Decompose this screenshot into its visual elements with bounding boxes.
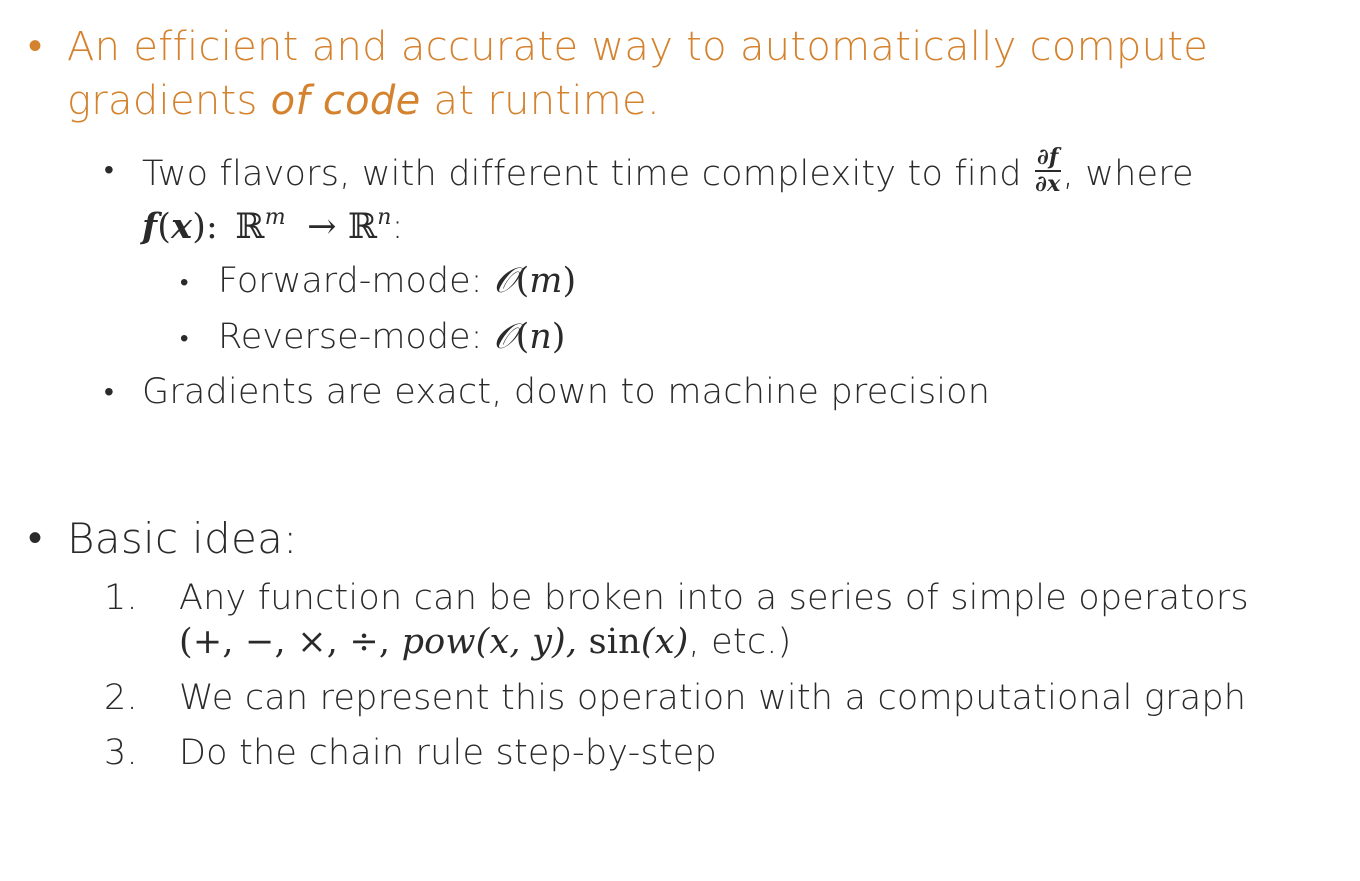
fraction-denominator: ∂x: [1035, 171, 1061, 198]
mapping-arrow: →: [307, 207, 337, 247]
bullet-marker: •: [28, 515, 43, 561]
intro-line-2-pre: gradients: [67, 78, 271, 124]
step-3-text: Do the chain rule step-by-step: [179, 733, 717, 773]
reverse-mode-item: Reverse-mode: 𝒪(n): [218, 317, 565, 357]
slide: • An efficient and accurate way to autom…: [0, 0, 1360, 881]
reverse-mode-big-o: 𝒪: [493, 317, 516, 357]
operators-tail: , etc.): [688, 622, 792, 662]
reverse-mode-paren-open: (: [515, 317, 530, 357]
forward-mode-paren-close: ): [562, 261, 577, 301]
reverse-mode-variable: n: [529, 317, 552, 357]
codomain-exponent: n: [377, 205, 392, 230]
reverse-mode-paren-close: ): [551, 317, 566, 357]
bullet-marker: •: [180, 268, 189, 296]
step-1-line-2: (+, −, ×, ÷, pow(x, y), sin(x), etc.): [179, 622, 791, 662]
intro-emphasis: of code: [270, 78, 421, 124]
flavors-text-post: , where: [1062, 154, 1194, 195]
exact-gradients-text: Gradients are exact, down to machine pre…: [142, 372, 991, 412]
step-2-text: We can represent this operation with a c…: [179, 678, 1247, 718]
function-paren-open: (: [157, 207, 172, 247]
operators-list: (+, −, ×, ÷,: [179, 622, 402, 662]
function-paren-close: ):: [192, 207, 219, 247]
forward-mode-big-o: 𝒪: [493, 261, 516, 301]
domain-set: ℝ: [235, 207, 265, 247]
flavors-end-colon: :: [391, 207, 404, 247]
bullet-marker: •: [180, 324, 189, 352]
sin-function: sin: [588, 622, 641, 662]
forward-mode-paren-open: (: [515, 261, 530, 301]
pow-arguments: (x, y),: [475, 622, 589, 662]
sin-arguments: (x): [640, 622, 689, 662]
basic-idea-heading: Basic idea:: [67, 514, 298, 563]
forward-mode-item: Forward-mode: 𝒪(m): [218, 261, 576, 301]
intro-line-2: gradients of code at runtime.: [67, 78, 660, 124]
reverse-mode-label: Reverse-mode:: [218, 317, 494, 357]
step-1-line-1: Any function can be broken into a series…: [179, 578, 1249, 618]
fraction-numerator: ∂f: [1034, 145, 1061, 173]
partial-derivative-fraction: ∂f ∂x: [1034, 145, 1061, 198]
forward-mode-variable: m: [529, 261, 563, 301]
flavors-text: Two flavors, with different time complex…: [142, 154, 1033, 195]
flavors-line-1: Two flavors, with different time complex…: [142, 145, 1194, 200]
flavors-line-2: f(x): ℝm → ℝn:: [142, 206, 404, 247]
function-symbol: f: [142, 206, 158, 247]
intro-line-1: An efficient and accurate way to automat…: [67, 24, 1209, 70]
bullet-marker: •: [104, 375, 115, 408]
step-number: 1.: [104, 578, 138, 618]
bullet-marker: •: [104, 153, 115, 186]
bullet-marker: •: [28, 23, 43, 69]
function-argument: x: [171, 206, 193, 247]
domain-exponent: m: [264, 205, 286, 230]
step-number: 2.: [104, 678, 138, 718]
codomain-set: ℝ: [347, 207, 378, 247]
forward-mode-label: Forward-mode:: [218, 261, 494, 301]
pow-function: pow: [401, 622, 476, 662]
intro-line-2-post: at runtime.: [420, 78, 660, 124]
step-number: 3.: [104, 733, 138, 773]
